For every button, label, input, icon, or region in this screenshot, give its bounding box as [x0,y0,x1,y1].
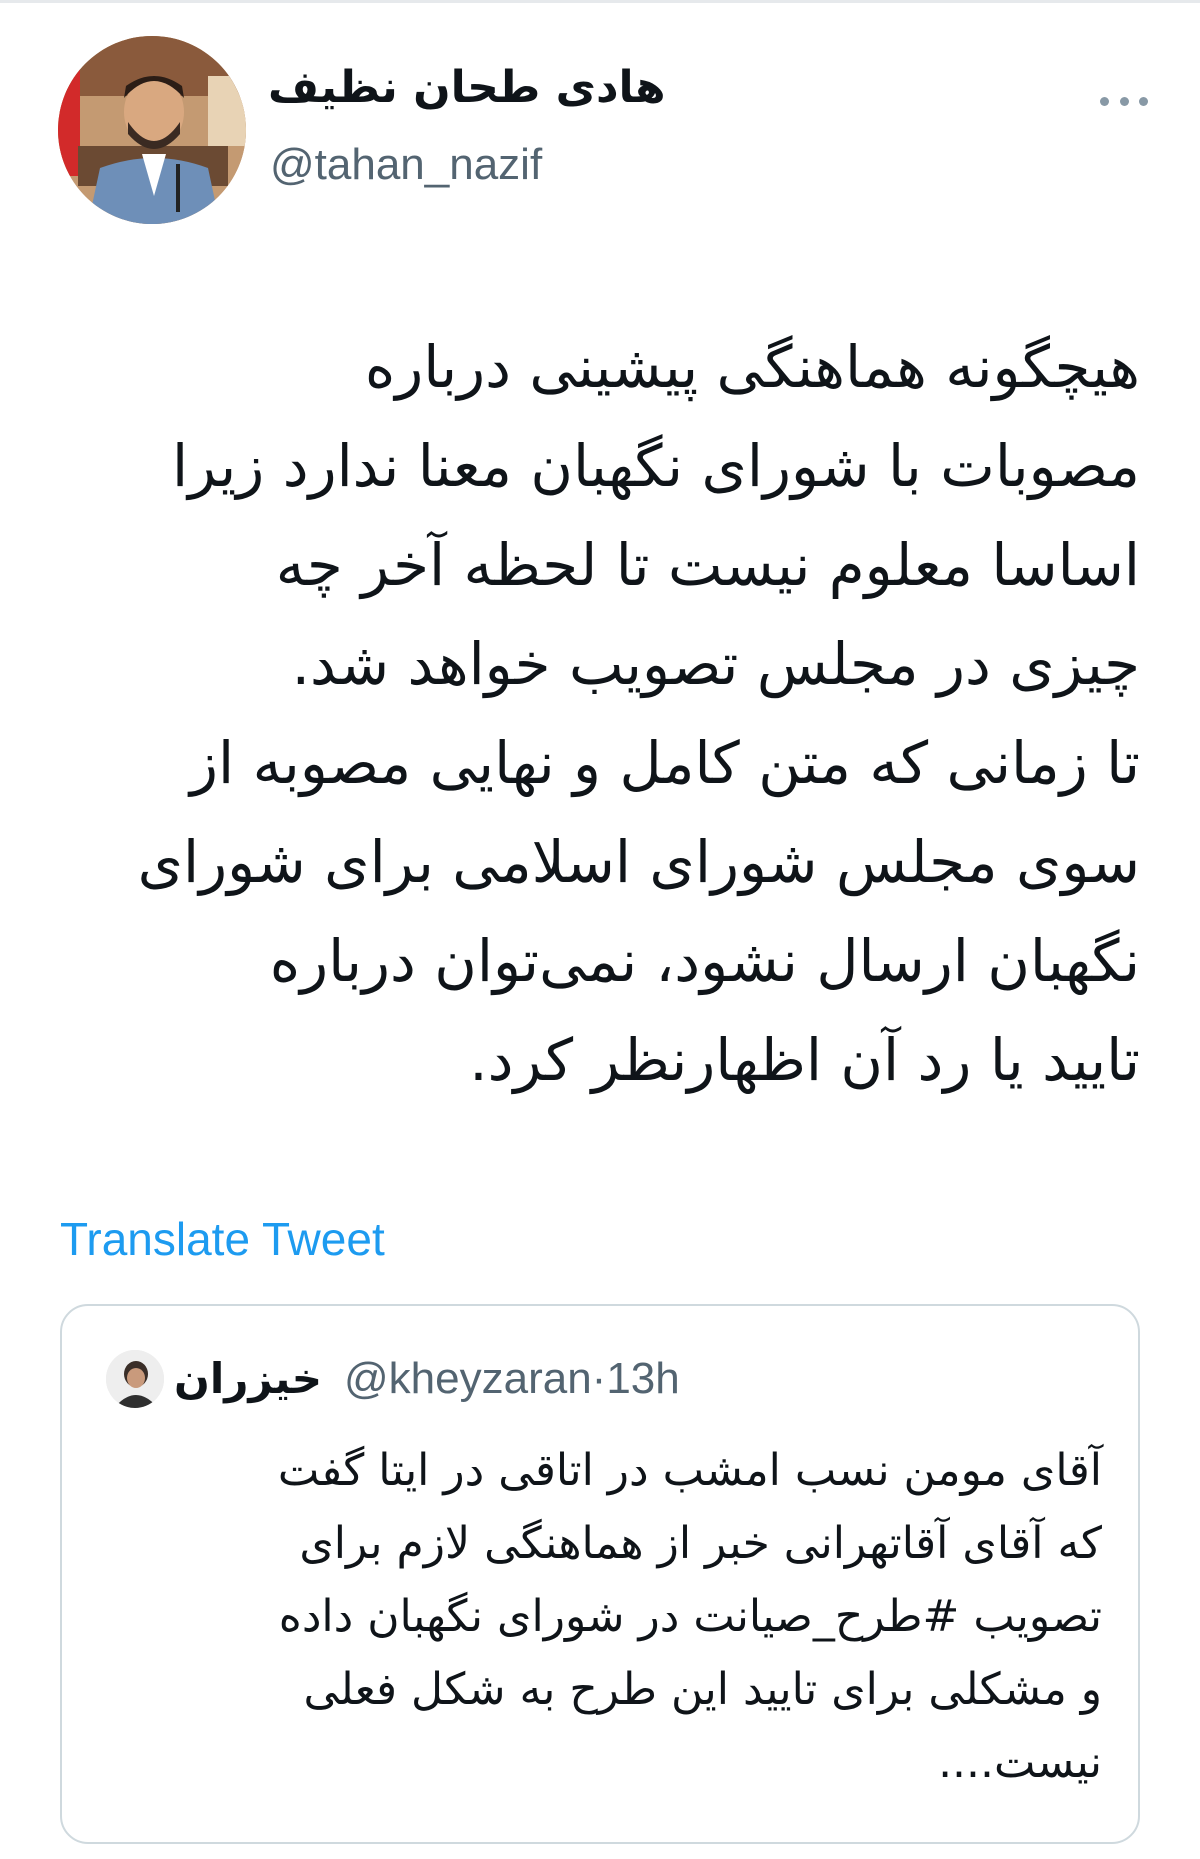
more-dot [1119,96,1129,106]
quoted-avatar-image [106,1350,164,1408]
tweet-line: هیچگونه هماهنگی پیشینی درباره [364,333,1140,401]
quoted-author-handle: @kheyzaran [344,1354,592,1403]
tweet-line: نگهبان ارسال نشود، نمی‌توان درباره [269,927,1140,995]
quoted-tweet[interactable]: خیزران @kheyzaran·13h آقای مومن نسب امشب… [60,1304,1140,1844]
quoted-line: تصویب #طرح_صیانت در شورای نگهبان داده [278,1591,1102,1642]
more-horizontal-icon[interactable] [1100,94,1148,108]
translate-tweet-link[interactable]: Translate Tweet [60,1212,385,1266]
author-avatar[interactable] [58,36,246,224]
quoted-line: آقای مومن نسب امشب در اتاقی در ایتا گفت [277,1445,1102,1496]
quoted-tweet-time: 13h [606,1354,680,1403]
author-handle[interactable]: @tahan_nazif [270,140,542,190]
tweet-text: هیچگونه هماهنگی پیشینی درباره مصوبات با … [50,318,1140,1110]
tweet-line: مصوبات با شورای نگهبان معنا ندارد زیرا [172,432,1140,500]
top-divider [0,0,1200,3]
quoted-line: و مشکلی برای تایید این طرح به شکل فعلی [303,1664,1102,1715]
tweet-line: تایید یا رد آن اظهارنظر کرد. [469,1026,1140,1094]
meta-separator: · [591,1354,607,1403]
tweet-line: اساسا معلوم نیست تا لحظه آخر چه [275,531,1140,599]
tweet-line: چیزی در مجلس تصویب خواهد شد. [291,630,1140,698]
author-avatar-image [58,36,246,224]
quoted-line: که آقای آقاتهرانی خبر از هماهنگی لازم بر… [299,1518,1102,1569]
quoted-author-avatar [106,1350,164,1408]
more-dot [1139,96,1148,106]
quoted-author-name: خیزران [174,1354,322,1403]
tweet-line: تا زمانی که متن کامل و نهایی مصوبه از [190,729,1140,797]
author-display-name[interactable]: هادی طحان نظیف [268,62,688,113]
tweet-line: سوی مجلس شورای اسلامی برای شورای [137,828,1140,896]
more-dot [1100,96,1109,106]
quoted-tweet-text: آقای مومن نسب امشب در اتاقی در ایتا گفت … [102,1434,1102,1799]
quoted-author-meta: @kheyzaran·13h [344,1354,680,1404]
quoted-line: نیست.... [938,1737,1102,1788]
